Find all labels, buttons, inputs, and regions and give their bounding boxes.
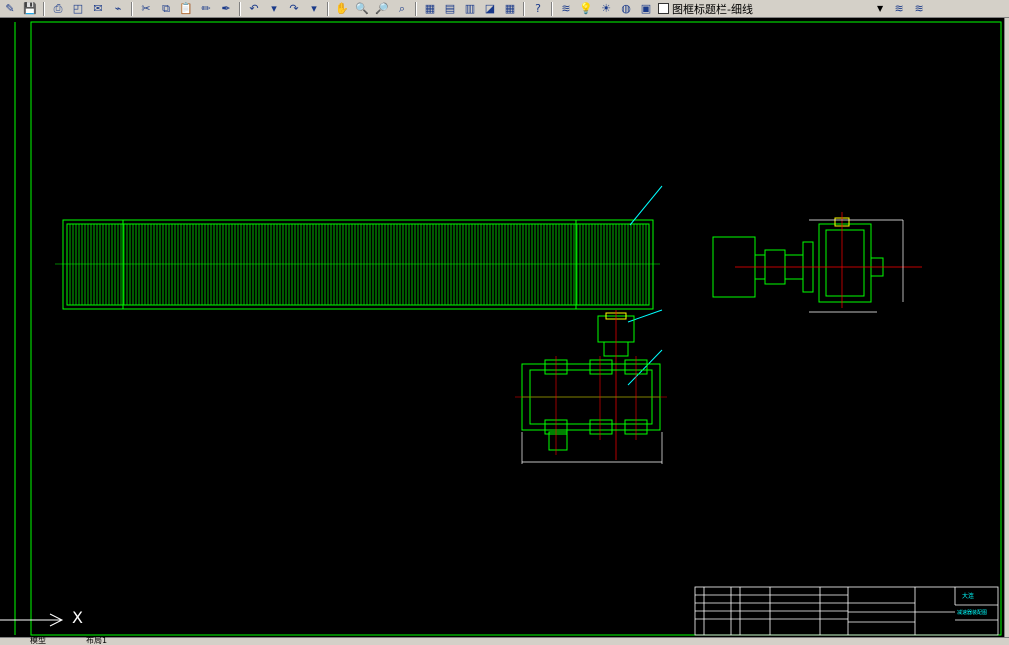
leader-line: [627, 349, 663, 386]
toolbar-separator: [523, 1, 525, 16]
publish-icon[interactable]: ✉: [89, 1, 107, 17]
layer-buttons-group: ≋ 💡 ☀ ◍ ▣: [556, 1, 656, 17]
layer-freeze-icon[interactable]: ☀: [597, 1, 615, 17]
plot-icon[interactable]: ⌁: [109, 1, 127, 17]
properties-icon[interactable]: ▦: [421, 1, 439, 17]
redo-dropdown-icon[interactable]: ▾: [305, 1, 323, 17]
toolbar-separator: [43, 1, 45, 16]
toolbar-separator: [415, 1, 417, 16]
layer-checkbox[interactable]: [658, 3, 669, 14]
zoom-previous-icon[interactable]: ⌕: [393, 1, 411, 17]
paste-icon[interactable]: 📋: [177, 1, 195, 17]
reducer-view: [515, 356, 667, 464]
ucs-x-label: X: [72, 608, 83, 627]
layer-color-icon[interactable]: ▣: [637, 1, 655, 17]
title-block: [694, 586, 999, 636]
layer-right-buttons-group: ≋ ≋: [889, 1, 929, 17]
pan-icon[interactable]: ✋: [333, 1, 351, 17]
undo-icon[interactable]: ↶: [245, 1, 263, 17]
layout-tab-bar: 模型 布局1: [0, 636, 1009, 645]
print-preview-icon[interactable]: ◰: [69, 1, 87, 17]
layer-on-icon[interactable]: 💡: [577, 1, 595, 17]
toolbar-separator: [551, 1, 553, 16]
markup-icon[interactable]: ◪: [481, 1, 499, 17]
zoom-realtime-icon[interactable]: 🔍: [353, 1, 371, 17]
undo-dropdown-icon[interactable]: ▾: [265, 1, 283, 17]
match-properties-icon[interactable]: ✏: [197, 1, 215, 17]
tool-palettes-icon[interactable]: ▥: [461, 1, 479, 17]
redo-icon[interactable]: ↷: [285, 1, 303, 17]
toolbar-separator: [131, 1, 133, 16]
block-editor-icon[interactable]: ✒: [217, 1, 235, 17]
vertical-scrollbar[interactable]: [1004, 18, 1009, 637]
calculator-icon[interactable]: ▦: [501, 1, 519, 17]
print-icon[interactable]: ⎙: [49, 1, 67, 17]
toolbar-buttons-group: ✎ 💾 ⎙ ◰ ✉ ⌁ ✂ ⧉ 📋 ✏ ✒ ↶ ▾ ↷ ▾ ✋ 🔍 🔎 ⌕ ▦ ▤ ▥ ◪ ▦?: [0, 1, 548, 17]
title-block-company: 大连: [962, 592, 974, 600]
standard-toolbar: ✎ 💾 ⎙ ◰ ✉ ⌁ ✂ ⧉ 📋 ✏ ✒ ↶ ▾ ↷ ▾ ✋ 🔍 🔎 ⌕ ▦ ▤ ▥ ◪ ▦? ≋ 💡 ☀ ◍ ▣ 图框标题栏-细线…: [0, 0, 1009, 18]
leader-line: [629, 185, 663, 226]
copy-icon[interactable]: ⧉: [157, 1, 175, 17]
layer-states-icon[interactable]: ≋: [910, 1, 928, 17]
layer-dropdown-arrow-icon[interactable]: ▼: [877, 4, 883, 13]
zoom-window-icon[interactable]: 🔎: [373, 1, 391, 17]
layer-lock-icon[interactable]: ◍: [617, 1, 635, 17]
layer-name-dropdown[interactable]: 图框标题栏-细线: [672, 1, 877, 17]
layer-properties-icon[interactable]: ≋: [557, 1, 575, 17]
save-icon[interactable]: 💾: [21, 1, 39, 17]
tab-layout1[interactable]: 布局1: [86, 636, 107, 645]
conveyor-assembly: [55, 219, 660, 310]
new-icon[interactable]: ✎: [1, 1, 19, 17]
drawing-canvas[interactable]: 大连 减速器装配图 X: [0, 18, 1004, 637]
toolbar-separator: [327, 1, 329, 16]
drawing-svg: 大连 减速器装配图: [0, 21, 1002, 636]
design-center-icon[interactable]: ▤: [441, 1, 459, 17]
drawing-frame: [30, 21, 1002, 636]
toolbar-separator: [239, 1, 241, 16]
title-block-title: 减速器装配图: [957, 609, 987, 616]
tab-model[interactable]: 模型: [30, 636, 46, 645]
layer-previous-icon[interactable]: ≋: [890, 1, 908, 17]
help-icon[interactable]: ?: [529, 1, 547, 17]
side-assembly: [712, 212, 922, 313]
cut-icon[interactable]: ✂: [137, 1, 155, 17]
